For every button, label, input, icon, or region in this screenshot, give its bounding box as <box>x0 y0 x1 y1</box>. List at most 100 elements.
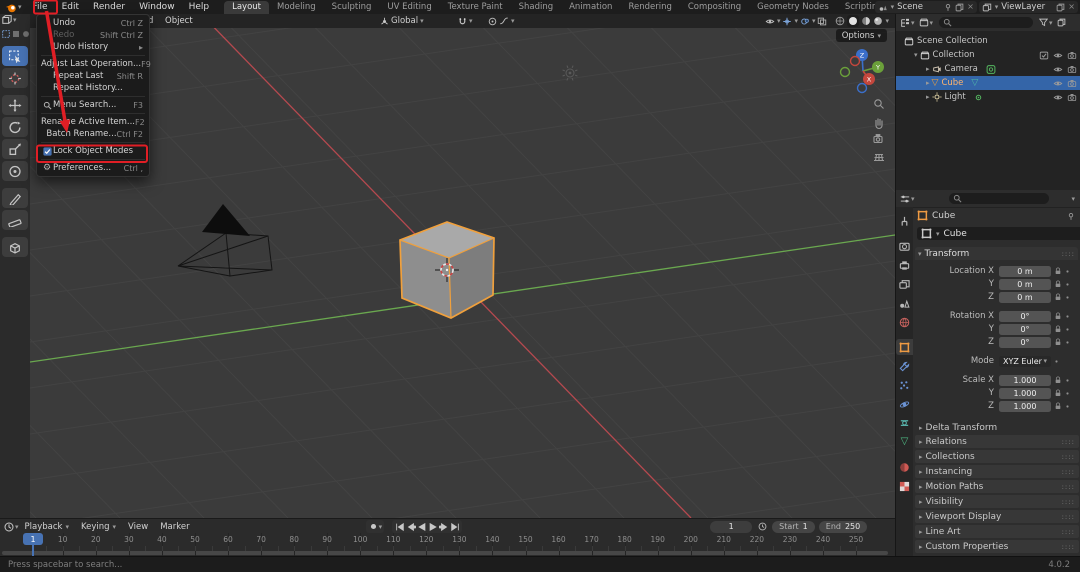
animate-dot-icon[interactable] <box>1065 314 1070 319</box>
properties-search-input[interactable] <box>949 193 1049 204</box>
pan-hand-icon[interactable] <box>876 119 882 129</box>
workspace-tab-shading[interactable]: Shading <box>511 1 562 14</box>
camera-vis-icon[interactable] <box>1067 51 1077 60</box>
eye-icon[interactable] <box>1053 79 1063 88</box>
animate-dot-icon[interactable] <box>1065 378 1070 383</box>
timeline-menu-keying[interactable]: Keying▾ <box>75 520 122 534</box>
new-collection-button[interactable] <box>1057 18 1066 27</box>
view-layer-selector[interactable]: ▾ViewLayer× <box>979 1 1078 13</box>
outliner-filter-collection[interactable]: ▾ <box>919 18 934 27</box>
screen-check-icon[interactable] <box>1039 51 1049 60</box>
section-visibility[interactable]: ▸Visibility:::: <box>915 495 1079 508</box>
record-button[interactable] <box>368 521 379 532</box>
section-line-art[interactable]: ▸Line Art:::: <box>915 525 1079 538</box>
end-frame-field[interactable]: End250 <box>819 521 867 533</box>
properties-tab-material[interactable] <box>896 459 913 475</box>
workspace-tab-layout[interactable]: Layout <box>224 1 269 14</box>
animate-dot-icon[interactable] <box>1065 282 1070 287</box>
camera-vis-icon[interactable] <box>1067 93 1077 102</box>
lock-open-icon[interactable] <box>1054 389 1062 397</box>
timeline-menu-view[interactable]: View <box>122 520 154 534</box>
workspace-tab-texture-paint[interactable]: Texture Paint <box>440 1 511 14</box>
toggle-perspective-icon[interactable] <box>874 155 884 161</box>
blender-logo-icon[interactable]: ▾ <box>5 2 22 13</box>
snap-magnet-icon[interactable] <box>458 17 467 26</box>
animate-dot-icon[interactable] <box>1065 391 1070 396</box>
edit-menu-item-rename-active-item-[interactable]: Rename Active Item...F2 <box>37 116 149 128</box>
jump-end-button[interactable] <box>449 521 460 532</box>
properties-tab-particles[interactable] <box>896 377 913 393</box>
properties-tab-modifiers[interactable] <box>896 358 913 374</box>
shading-solid-icon[interactable] <box>847 15 859 27</box>
value-field[interactable]: 0° <box>999 311 1051 322</box>
mode-dropdown[interactable]: XYZ Euler▾ <box>999 356 1051 367</box>
next-keyframe-button[interactable] <box>438 521 449 532</box>
edit-menu-item-repeat-last[interactable]: Repeat LastShift R <box>37 70 149 82</box>
animate-dot-icon[interactable] <box>1065 327 1070 332</box>
new-scene-icon[interactable] <box>955 3 964 12</box>
section-viewport-display[interactable]: ▸Viewport Display:::: <box>915 510 1079 523</box>
lock-open-icon[interactable] <box>1054 280 1062 288</box>
gizmos-toggle-icon[interactable] <box>782 17 792 26</box>
jump-start-button[interactable] <box>394 521 405 532</box>
gizmo-minus-z-axis[interactable] <box>858 84 867 93</box>
value-field[interactable]: 0 m <box>999 292 1051 303</box>
tool-cursor-button[interactable] <box>2 68 28 88</box>
gizmo-minus-y-axis[interactable] <box>841 68 850 77</box>
falloff-curve-icon[interactable] <box>499 17 509 26</box>
section-relations[interactable]: ▸Relations:::: <box>915 435 1079 448</box>
viewport-options-button[interactable]: Options ▾ <box>836 29 887 42</box>
object-name-field[interactable]: ▾ Cube <box>917 227 1080 240</box>
lock-open-icon[interactable] <box>1054 376 1062 384</box>
animate-dot-icon[interactable] <box>1065 340 1070 345</box>
disclosure-closed-icon[interactable]: ▸ <box>926 93 930 101</box>
edit-menu-item-adjust-last-operation-[interactable]: Adjust Last Operation...F9 <box>37 58 149 70</box>
camera-view-icon[interactable] <box>874 135 882 143</box>
tool-add-cube-button[interactable] <box>2 237 28 257</box>
properties-tab-render[interactable] <box>896 238 913 254</box>
outliner-row-cube[interactable]: ▸▽Cube▽ <box>896 76 1080 90</box>
properties-tab-tool[interactable] <box>896 213 913 229</box>
properties-tab-texture[interactable] <box>896 478 913 494</box>
edit-menu-item-redo[interactable]: RedoShift Ctrl Z <box>37 29 149 41</box>
mode-tweak-icon[interactable] <box>2 30 10 38</box>
eye-icon[interactable] <box>1053 93 1063 102</box>
start-frame-field[interactable]: Start1 <box>772 521 815 533</box>
viewport-scene[interactable]: ZYX <box>30 14 895 518</box>
menubar-item-help[interactable]: Help <box>182 0 217 14</box>
camera-vis-icon[interactable] <box>1067 65 1077 74</box>
new-view-layer-icon[interactable] <box>1056 3 1065 12</box>
section-instancing[interactable]: ▸Instancing:::: <box>915 465 1079 478</box>
timeline-editor-type[interactable]: ▾ <box>4 522 19 532</box>
current-frame-field[interactable]: 1 <box>710 521 752 533</box>
animate-dot-icon[interactable] <box>1065 404 1070 409</box>
workspace-tab-geometry-nodes[interactable]: Geometry Nodes <box>749 1 837 14</box>
drag-handle-icon[interactable]: :::: <box>1062 250 1075 258</box>
tool-rotate-button[interactable] <box>2 117 28 137</box>
overlays-toggle-icon[interactable] <box>800 17 810 26</box>
animate-dot-icon[interactable] <box>1065 295 1070 300</box>
shading-wireframe-icon[interactable] <box>835 16 845 26</box>
select-mode-buttons[interactable] <box>2 30 30 38</box>
value-field[interactable]: 0 m <box>999 279 1051 290</box>
section-collections[interactable]: ▸Collections:::: <box>915 450 1079 463</box>
value-field[interactable]: 1.000 <box>999 401 1051 412</box>
value-field[interactable]: 0° <box>999 337 1051 348</box>
disclosure-closed-icon[interactable]: ▸ <box>926 65 930 73</box>
subpanel-delta-transform[interactable]: ▸Delta Transform <box>915 421 1079 434</box>
properties-tab-object-data[interactable]: ▽ <box>896 434 913 450</box>
value-field[interactable]: 1.000 <box>999 375 1051 386</box>
gizmo-minus-x-axis[interactable] <box>851 57 860 66</box>
tool-measure-button[interactable] <box>2 210 28 230</box>
menubar-item-render[interactable]: Render <box>86 0 132 14</box>
tool-transform-button[interactable] <box>2 161 28 181</box>
edit-menu-item-undo[interactable]: UndoCtrl Z <box>37 17 149 29</box>
lock-open-icon[interactable] <box>1054 338 1062 346</box>
workspace-tab-rendering[interactable]: Rendering <box>620 1 679 14</box>
close-icon[interactable]: × <box>967 3 974 11</box>
properties-tab-world[interactable] <box>896 314 913 330</box>
shading-rendered-icon[interactable] <box>873 16 883 26</box>
mode-lasso-icon[interactable] <box>22 30 30 38</box>
tool-select-box-button[interactable] <box>2 46 28 66</box>
prev-keyframe-button[interactable] <box>405 521 416 532</box>
